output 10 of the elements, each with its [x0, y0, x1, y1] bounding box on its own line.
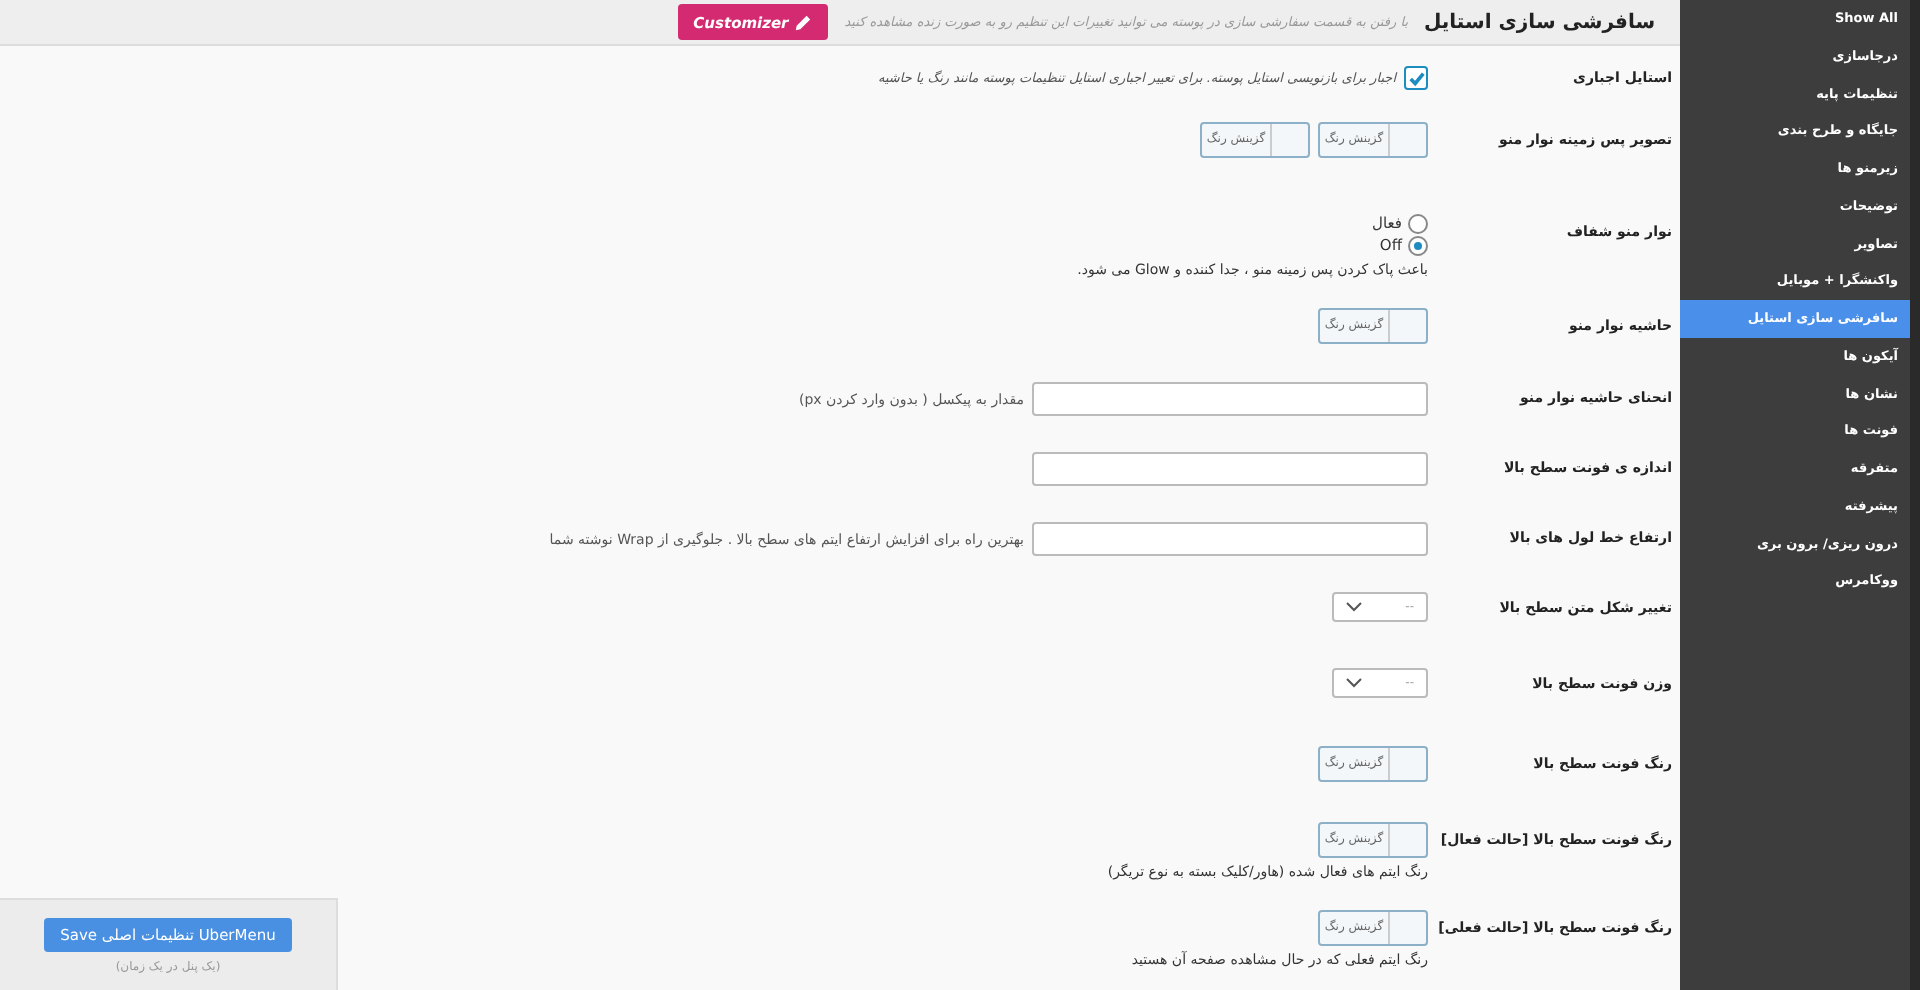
chevron-down-icon — [1346, 678, 1362, 688]
radio-button[interactable] — [1408, 235, 1428, 255]
pencil-icon — [794, 13, 813, 31]
page-title: سافرشی سازی استایل — [1424, 11, 1658, 33]
chevron-down-icon — [1346, 602, 1362, 612]
input-field[interactable] — [1032, 452, 1428, 486]
checkbox[interactable] — [1404, 66, 1428, 90]
radio-button[interactable] — [1408, 213, 1428, 233]
input-field[interactable] — [1032, 522, 1428, 556]
input-field[interactable] — [1032, 382, 1428, 416]
